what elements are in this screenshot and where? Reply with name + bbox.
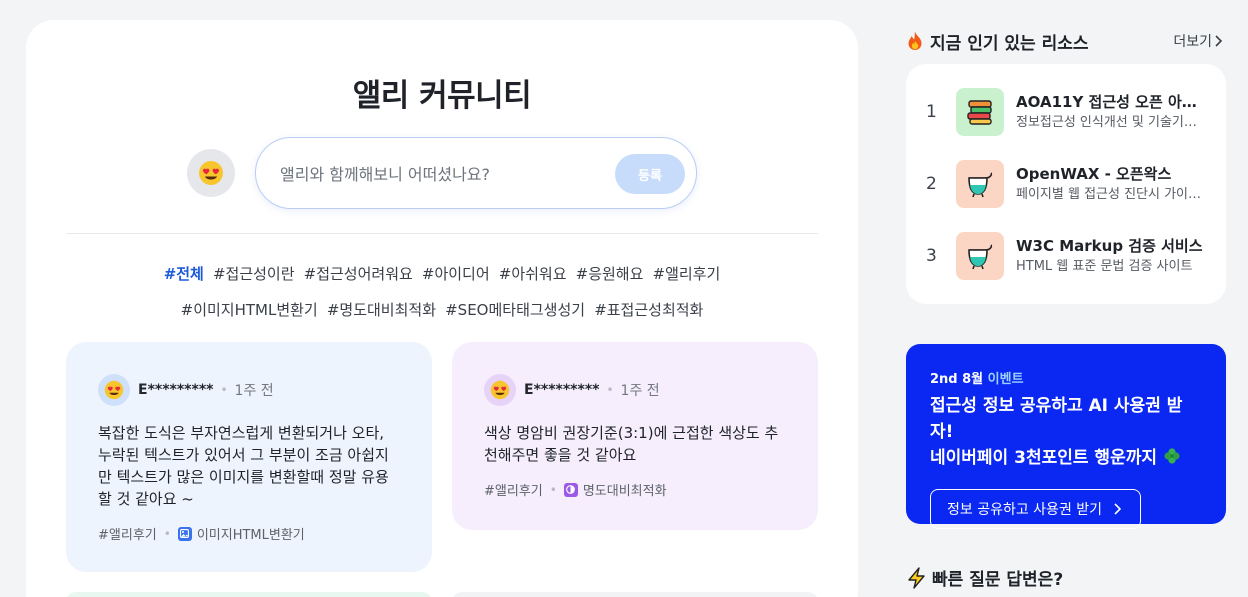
post-card[interactable]: E********* • 1주 전 색상 명암비 권장기준(3:1)에 근접한 … — [452, 342, 818, 530]
separator-dot: • — [549, 482, 557, 497]
resource-rank: 3 — [926, 246, 937, 266]
tag-seo-meta[interactable]: #SEO메타태그생성기 — [445, 292, 585, 328]
post-tool-link[interactable]: 이미지HTML변환기 — [197, 524, 305, 543]
post-avatar — [484, 374, 516, 406]
heart-eyes-emoji-icon — [104, 380, 124, 400]
comment-input[interactable] — [280, 160, 600, 188]
resource-rank: 2 — [926, 174, 937, 194]
submit-button[interactable]: 등록 — [615, 154, 685, 194]
resource-description: 정보접근성 인식개선 및 기술기반 교육 — [1016, 115, 1204, 130]
resource-description: HTML 웹 표준 문법 검증 사이트 — [1016, 259, 1193, 274]
event-cta-button[interactable]: 정보 공유하고 사용권 받기 — [930, 489, 1142, 529]
post-author: E********* — [524, 382, 600, 398]
event-title-line-2: 네이버페이 3천포인트 행운까지 — [930, 445, 1202, 471]
post-card[interactable]: E********* • 1주 전 복잡한 도식은 부자연스럽게 변환되거나 오… — [66, 342, 432, 572]
tag-idea[interactable]: #아이디어 — [422, 256, 490, 292]
post-tag[interactable]: #앨리후기 — [484, 480, 543, 499]
post-tags: #앨리후기 • 이미지HTML변환기 — [98, 524, 400, 543]
tag-image-html[interactable]: #이미지HTML변환기 — [181, 292, 318, 328]
event-title-line: 접근성 정보 공유하고 AI 사용권 받자! — [930, 396, 1183, 442]
resource-rank: 1 — [926, 102, 937, 122]
chevron-right-icon — [1114, 503, 1122, 515]
post-body: 색상 명암비 권장기준(3:1)에 근접한 색상도 추천해주면 좋을 것 같아요 — [484, 424, 779, 464]
popular-resources-header: 지금 인기 있는 리소스 더보기 — [906, 28, 1224, 54]
popular-resources-list: 1 AOA11Y 접근성 오픈 아카데미 정보접근성 인식개선 및 기술기반 교… — [906, 64, 1226, 304]
divider — [66, 233, 818, 234]
wax-bowl-icon — [968, 172, 993, 198]
resource-item[interactable]: 1 AOA11Y 접근성 오픈 아카데미 정보접근성 인식개선 및 기술기반 교… — [926, 88, 1206, 136]
popular-resources-title-text: 지금 인기 있는 리소스 — [930, 33, 1089, 54]
resource-text: AOA11Y 접근성 오픈 아카데미 정보접근성 인식개선 및 기술기반 교육 — [1016, 91, 1204, 133]
resource-item[interactable]: 2 OpenWAX - 오픈왁스 페이지별 웹 접근성 진단시 가이드 도구 — [926, 160, 1206, 208]
event-title-line-text: 네이버페이 3천포인트 행운까지 — [930, 448, 1157, 468]
heart-eyes-emoji-icon — [199, 161, 223, 185]
popular-resources-title: 지금 인기 있는 리소스 — [906, 29, 1089, 54]
comment-box: 등록 — [255, 137, 697, 209]
event-banner[interactable]: 2nd 8월 이벤트 접근성 정보 공유하고 AI 사용권 받자! 네이버페이 … — [906, 344, 1226, 529]
separator-dot: • — [163, 526, 171, 541]
post-card-peek — [452, 592, 818, 597]
tag-what-is-accessibility[interactable]: #접근성이란 — [213, 256, 295, 292]
image-tool-icon — [177, 526, 192, 541]
tag-table-accessibility[interactable]: #표접근성최적화 — [594, 292, 703, 328]
chevron-right-icon — [1215, 35, 1223, 47]
resource-name: OpenWAX - 오픈왁스 — [1016, 165, 1172, 183]
post-card-peek — [66, 592, 432, 597]
resource-item[interactable]: 3 W3C Markup 검증 서비스 HTML 웹 표준 문법 검증 사이트 — [926, 232, 1206, 280]
contrast-tool-icon — [563, 482, 578, 497]
event-tag: 이벤트 — [987, 372, 1024, 387]
post-author: E********* — [138, 382, 214, 398]
books-icon — [967, 100, 992, 125]
tag-contrast[interactable]: #명도대비최적화 — [327, 292, 436, 328]
four-leaf-clover-icon — [1164, 448, 1180, 464]
post-time: 1주 전 — [234, 383, 274, 399]
post-avatar — [98, 374, 130, 406]
post-header: E********* • 1주 전 — [484, 372, 786, 408]
tag-ally-review[interactable]: #앨리후기 — [653, 256, 721, 292]
tag-filter-list: #전체 #접근성이란 #접근성어려워요 #아이디어 #아쉬워요 #응원해요 #앨… — [66, 256, 818, 328]
tag-cheer[interactable]: #응원해요 — [576, 256, 644, 292]
resource-description: 페이지별 웹 접근성 진단시 가이드 도구 — [1016, 187, 1204, 202]
event-date: 2nd 8월 이벤트 — [930, 368, 1202, 387]
event-cta-label: 정보 공유하고 사용권 받기 — [947, 502, 1103, 518]
resource-thumbnail — [956, 160, 1004, 208]
fire-icon — [908, 31, 922, 50]
more-link[interactable]: 더보기 — [1173, 31, 1224, 51]
separator-dot: • — [606, 383, 614, 397]
quick-answer-header: 빠른 질문 답변은? — [906, 565, 1063, 590]
resource-text: OpenWAX - 오픈왁스 페이지별 웹 접근성 진단시 가이드 도구 — [1016, 163, 1204, 205]
resource-text: W3C Markup 검증 서비스 HTML 웹 표준 문법 검증 사이트 — [1016, 235, 1204, 277]
resource-thumbnail — [956, 88, 1004, 136]
resource-thumbnail — [956, 232, 1004, 280]
post-time: 1주 전 — [620, 383, 660, 399]
resource-name: W3C Markup 검증 서비스 — [1016, 237, 1203, 255]
separator-dot: • — [220, 383, 228, 397]
more-link-label: 더보기 — [1173, 34, 1212, 50]
heart-eyes-emoji-icon — [490, 380, 510, 400]
lightning-icon — [908, 566, 925, 589]
post-tags: #앨리후기 • 명도대비최적화 — [484, 480, 786, 499]
post-body: 복잡한 도식은 부자연스럽게 변환되거나 오타, 누락된 텍스트가 있어서 그 … — [98, 424, 389, 508]
wax-bowl-icon — [968, 244, 993, 270]
community-card: 앨리 커뮤니티 등록 #전체 #접근성이란 #접근성어려워요 #아이디어 #아쉬… — [26, 20, 858, 597]
page-title: 앨리 커뮤니티 — [352, 78, 532, 114]
event-title: 접근성 정보 공유하고 AI 사용권 받자! 네이버페이 3천포인트 행운까지 — [930, 393, 1202, 471]
quick-answer-title: 빠른 질문 답변은? — [932, 570, 1064, 590]
resource-name: AOA11Y 접근성 오픈 아카데미 — [1016, 93, 1204, 111]
tag-regret[interactable]: #아쉬워요 — [499, 256, 567, 292]
tag-all[interactable]: #전체 — [164, 256, 204, 292]
post-tag[interactable]: #앨리후기 — [98, 524, 157, 543]
event-date-text: 2nd 8월 — [930, 372, 984, 387]
post-header: E********* • 1주 전 — [98, 372, 400, 408]
post-tool-link[interactable]: 명도대비최적화 — [583, 480, 667, 499]
tag-accessibility-hard[interactable]: #접근성어려워요 — [304, 256, 413, 292]
user-avatar — [187, 149, 235, 197]
